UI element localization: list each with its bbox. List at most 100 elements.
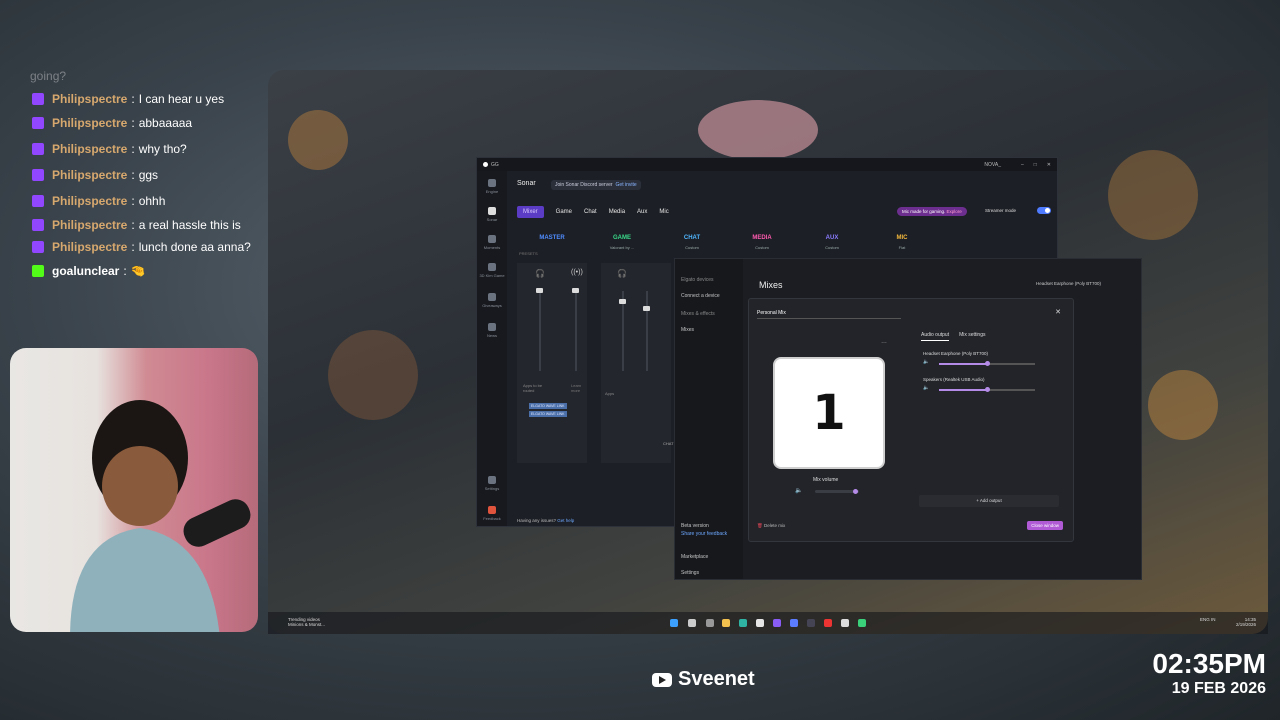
streamer-mode-toggle[interactable]	[1037, 207, 1051, 214]
tab-game[interactable]: Game	[556, 209, 572, 215]
rail-giveaways[interactable]: Giveaways	[477, 293, 507, 308]
maximize-button[interactable]: □	[1034, 162, 1037, 168]
rail-label: Engine	[485, 189, 499, 194]
join-text: Join Sonar Discord server	[555, 182, 613, 188]
rail-label: News	[486, 333, 497, 338]
mix-name-field[interactable]: Personal Mix	[757, 310, 901, 319]
edge-icon[interactable]	[739, 619, 747, 627]
news-widget[interactable]: Trending videos Minions & Monst...	[288, 617, 325, 627]
channel-aux[interactable]: AUX Custom	[797, 235, 867, 250]
output-device-selector[interactable]: Headset Earphone (Poly BT700)	[1036, 281, 1101, 286]
channel-name: Sveenet	[678, 668, 755, 690]
channel-mic[interactable]: MIC Flat	[867, 235, 937, 250]
apps-routed-label: Apps to be routed	[523, 383, 543, 393]
tab-mic[interactable]: Mic	[659, 209, 668, 215]
share-feedback-link[interactable]: Share your feedback	[681, 531, 727, 537]
speaker-icon[interactable]: 🔈	[795, 487, 802, 494]
streamer-mode-label: Streamer mode	[985, 208, 1017, 213]
beta-version-label: Beta version	[681, 523, 709, 529]
join-discord-banner[interactable]: Join Sonar Discord server Get invite	[551, 180, 641, 190]
rail-sonar[interactable]: Sonar	[477, 207, 507, 222]
wave-link-tag[interactable]: ELGATO WAVE LINK	[529, 411, 567, 417]
channel-preset: Valorant by ...	[609, 245, 635, 250]
app-icon[interactable]	[824, 619, 832, 627]
game-stream-fader-track[interactable]	[646, 291, 648, 371]
mix-volume-label: Mix volume	[813, 477, 839, 483]
file-explorer-icon[interactable]	[722, 619, 730, 627]
mix-card: 1	[773, 357, 885, 469]
anime-figure	[698, 100, 818, 160]
app-icon[interactable]	[790, 619, 798, 627]
rail-feedback[interactable]: Feedback	[477, 506, 507, 521]
tab-media[interactable]: Media	[609, 209, 625, 215]
tab-chat[interactable]: Chat	[584, 209, 597, 215]
mix-volume-thumb[interactable]	[852, 489, 858, 494]
sidebar-item-settings[interactable]: Settings	[681, 570, 699, 576]
windows-taskbar	[268, 612, 1268, 634]
task-view-icon[interactable]	[706, 619, 714, 627]
close-window-button[interactable]: Close window	[1027, 521, 1063, 530]
start-icon[interactable]	[670, 619, 678, 627]
channel-game[interactable]: GAME Valorant by ...	[587, 235, 657, 250]
close-button[interactable]: ✕	[1047, 162, 1051, 168]
master-fader-track[interactable]	[539, 291, 541, 371]
channel-master[interactable]: MASTER	[517, 235, 587, 250]
chat-message: Philipspectre: a real hassle this is	[30, 214, 260, 236]
master-fader-knob[interactable]	[536, 288, 543, 293]
stream-fader-knob[interactable]	[572, 288, 579, 293]
language-indicator[interactable]: ENG IN	[1200, 617, 1216, 622]
chat-label: CHAT	[663, 441, 674, 446]
rail-engine[interactable]: Engine	[477, 179, 507, 194]
get-invite-link[interactable]: Get invite	[616, 182, 637, 188]
gear-icon	[488, 476, 496, 484]
chat-username: Philipspectre	[52, 194, 128, 208]
close-icon[interactable]: ✕	[1055, 308, 1061, 316]
tab-audio-output[interactable]: Audio output	[921, 332, 950, 341]
store-icon[interactable]	[756, 619, 764, 627]
game-fader-knob[interactable]	[619, 299, 626, 304]
tab-mixer[interactable]: Mixer	[517, 206, 544, 218]
delete-mix-button[interactable]: 🗑 Delete mix	[757, 523, 785, 529]
mix-volume-slider[interactable]	[815, 489, 859, 494]
channel-media[interactable]: MEDIA Custom	[727, 235, 797, 250]
rail-news[interactable]: News	[477, 323, 507, 338]
rail-3d[interactable]: 3D Kim Game	[477, 263, 507, 278]
tab-mix-settings[interactable]: Mix settings	[959, 332, 985, 341]
rail-settings[interactable]: Settings	[477, 476, 507, 491]
get-help-link[interactable]: Get help	[557, 518, 574, 523]
wave-link-tag[interactable]: ELGATO WAVE LINK	[529, 403, 567, 409]
speaker-icon[interactable]: 🔈	[923, 359, 929, 365]
chat-message: Philipspectre: lunch done aa anna?	[30, 236, 260, 258]
output-volume-slider[interactable]	[939, 387, 1035, 392]
speaker-icon[interactable]: 🔈	[923, 385, 929, 391]
channel-chat[interactable]: CHAT Custom	[657, 235, 727, 250]
app-icon[interactable]	[807, 619, 815, 627]
search-icon[interactable]	[688, 619, 696, 627]
rail-moments[interactable]: Moments	[477, 235, 507, 250]
system-clock[interactable]: 14:35 2/19/2026	[1236, 617, 1256, 627]
stream-fader-track[interactable]	[575, 291, 577, 371]
learn-more-link[interactable]: Learn more	[571, 383, 587, 393]
tab-aux[interactable]: Aux	[637, 209, 647, 215]
output-name: Headset Earphone (Poly BT700)	[923, 351, 989, 356]
add-output-button[interactable]: + Add output	[919, 495, 1059, 507]
game-stream-fader-knob[interactable]	[643, 306, 650, 311]
app-icon[interactable]	[841, 619, 849, 627]
connect-device-item[interactable]: Connect a device	[681, 293, 720, 299]
giveaways-icon	[488, 293, 496, 301]
chat-message: Philipspectre: ggs	[30, 162, 260, 188]
slider-thumb[interactable]	[985, 361, 990, 366]
minimize-button[interactable]: –	[1021, 162, 1024, 168]
slider-thumb[interactable]	[985, 387, 990, 392]
more-options-icon[interactable]: …	[881, 339, 887, 345]
sidebar-item-mixes[interactable]: Mixes	[681, 327, 694, 333]
explore-link[interactable]: Explore	[947, 209, 962, 214]
output-volume-slider[interactable]	[939, 361, 1035, 366]
app-icon[interactable]	[773, 619, 781, 627]
streamer-silhouette	[70, 400, 220, 632]
chat-text: why tho?	[138, 142, 187, 156]
chat-separator: :	[123, 264, 127, 278]
mic-promo-badge[interactable]: Mic made for gaming. Explore	[897, 207, 967, 216]
sidebar-item-marketplace[interactable]: Marketplace	[681, 554, 708, 560]
app-icon[interactable]	[858, 619, 866, 627]
